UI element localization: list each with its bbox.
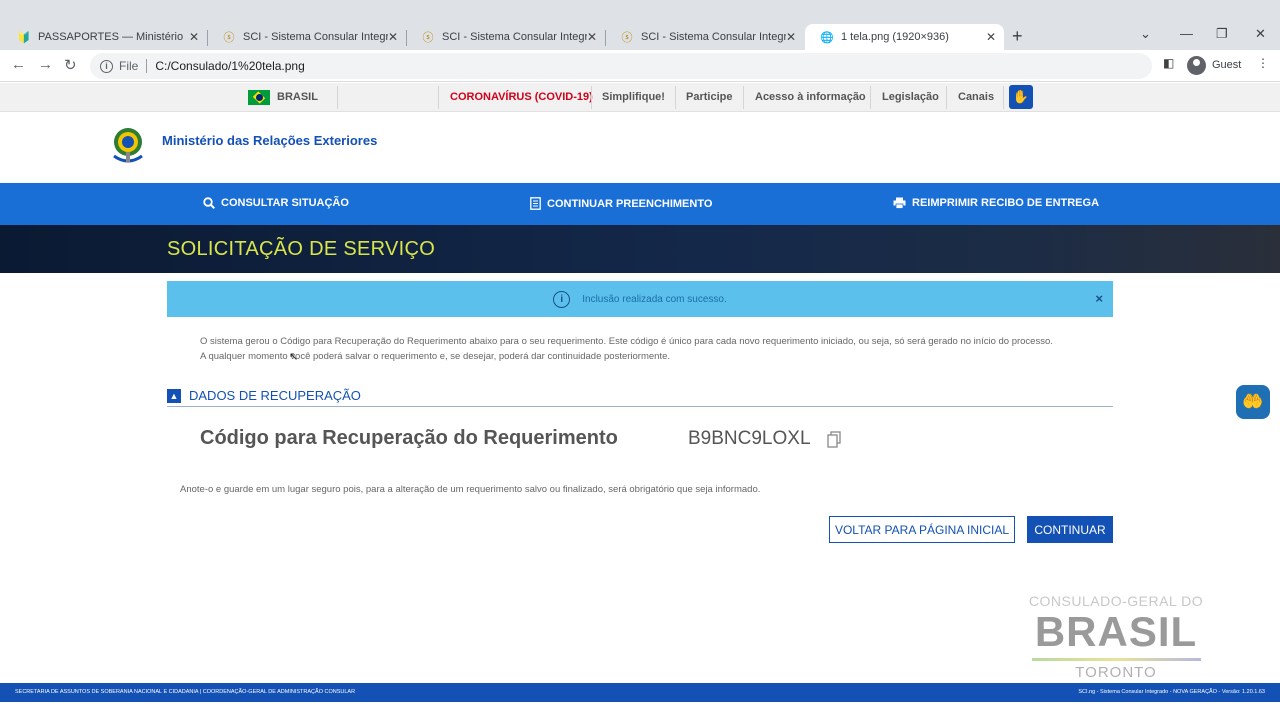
page-title: SOLICITAÇÃO DE SERVIÇO bbox=[167, 238, 436, 260]
watermark-toronto: TORONTO bbox=[1075, 664, 1157, 681]
new-tab-plus-icon[interactable]: + bbox=[1012, 26, 1023, 47]
tab-title: PASSAPORTES — Ministério das bbox=[38, 31, 183, 43]
watermark-color-bar bbox=[1032, 658, 1201, 661]
intro-text-line1: O sistema gerou o Código para Recuperaçã… bbox=[200, 336, 1053, 347]
browser-tab[interactable]: ⓢ SCI - Sistema Consular Integrado ✕ bbox=[605, 24, 804, 50]
gov-favicon-icon: 🔰 bbox=[17, 31, 31, 44]
sci-favicon-icon: ⓢ bbox=[621, 32, 633, 44]
info-circle-icon: i bbox=[553, 290, 571, 308]
sci-favicon-icon: ⓢ bbox=[223, 32, 235, 44]
nav-label: REIMPRIMIR RECIBO DE ENTREGA bbox=[912, 197, 1100, 209]
divider bbox=[438, 86, 439, 109]
back-arrow-icon[interactable]: ← bbox=[11, 56, 26, 73]
alert-close-icon[interactable]: × bbox=[1095, 291, 1103, 306]
kebab-menu-icon[interactable]: ⋮ bbox=[1257, 56, 1269, 70]
forward-arrow-icon[interactable]: → bbox=[38, 56, 53, 73]
minimize-icon[interactable]: — bbox=[1180, 26, 1193, 41]
close-tab-icon[interactable]: ✕ bbox=[986, 30, 996, 44]
divider bbox=[946, 86, 947, 109]
reload-icon[interactable]: ↻ bbox=[64, 56, 77, 74]
accessibility-hand-icon[interactable]: ✋ bbox=[1009, 85, 1033, 109]
govbar-link-canais[interactable]: Canais bbox=[958, 91, 994, 103]
browser-tab[interactable]: ⓢ SCI - Sistema Consular Integrado ✕ bbox=[207, 24, 407, 50]
main-nav: CONSULTAR SITUAÇÃO CONTINUAR PREENCHIMEN… bbox=[0, 183, 1280, 225]
govbar-link-acesso[interactable]: Acesso à informação bbox=[755, 91, 866, 103]
restore-icon[interactable]: ❐ bbox=[1216, 26, 1228, 42]
recovery-note: Anote-o e guarde em um lugar seguro pois… bbox=[180, 484, 761, 495]
divider bbox=[1003, 86, 1004, 109]
govbar-link-legislacao[interactable]: Legislação bbox=[882, 91, 939, 103]
browser-toolbar: ← → ↻ i File C:/Consulado/1%20tela.png ◧… bbox=[0, 50, 1280, 82]
success-alert: i Inclusão realizada com sucesso. × bbox=[167, 281, 1113, 317]
ministry-title[interactable]: Ministério das Relações Exteriores bbox=[162, 133, 377, 148]
search-icon bbox=[203, 197, 215, 209]
divider bbox=[870, 86, 871, 109]
coat-of-arms-icon bbox=[113, 128, 143, 163]
close-tab-icon[interactable]: ✕ bbox=[786, 30, 796, 44]
sci-favicon-icon: ⓢ bbox=[422, 32, 434, 44]
globe-icon: 🌐 bbox=[820, 31, 834, 44]
section-dados-recuperacao[interactable]: ▲ DADOS DE RECUPERAÇÃO bbox=[167, 387, 1113, 407]
sidebar-panel-icon[interactable]: ◧ bbox=[1163, 56, 1174, 70]
scheme-label: File bbox=[119, 59, 139, 73]
gov-barra: BRASIL CORONAVÍRUS (COVID-19) Simplifiqu… bbox=[0, 83, 1280, 112]
nav-label: CONSULTAR SITUAÇÃO bbox=[221, 197, 349, 209]
vlibras-hands-icon[interactable]: 🤲 bbox=[1236, 385, 1270, 419]
govbar-country[interactable]: BRASIL bbox=[277, 91, 318, 103]
intro-text-line2: A qualquer momento você poderá salvar o … bbox=[200, 351, 671, 362]
bottom-strip bbox=[0, 702, 1280, 720]
url-text[interactable]: C:/Consulado/1%20tela.png bbox=[155, 59, 304, 73]
close-tab-icon[interactable]: ✕ bbox=[189, 30, 199, 44]
copy-icon[interactable] bbox=[827, 431, 841, 448]
govbar-link-covid[interactable]: CORONAVÍRUS (COVID-19) bbox=[450, 91, 593, 103]
close-tab-icon[interactable]: ✕ bbox=[587, 30, 597, 44]
info-icon[interactable]: i bbox=[100, 59, 113, 73]
divider bbox=[743, 86, 744, 109]
document-icon bbox=[530, 197, 541, 210]
close-window-icon[interactable]: ✕ bbox=[1255, 26, 1266, 42]
tab-title: SCI - Sistema Consular Integrado bbox=[243, 31, 388, 43]
nav-reimprimir-recibo[interactable]: REIMPRIMIR RECIBO DE ENTREGA bbox=[893, 197, 1099, 209]
govbar-link-participe[interactable]: Participe bbox=[686, 91, 732, 103]
footer-left-text: SECRETARIA DE ASSUNTOS DE SOBERANIA NACI… bbox=[15, 689, 356, 695]
address-divider bbox=[146, 59, 148, 73]
tab-title: SCI - Sistema Consular Integrado bbox=[641, 31, 786, 43]
continue-button[interactable]: CONTINUAR bbox=[1027, 516, 1113, 543]
watermark-line1: CONSULADO-GERAL DO bbox=[1028, 593, 1204, 609]
divider bbox=[337, 86, 338, 109]
browser-tab[interactable]: 🔰 PASSAPORTES — Ministério das ✕ bbox=[2, 24, 208, 50]
address-bar[interactable]: i File C:/Consulado/1%20tela.png bbox=[90, 53, 1152, 79]
site-footer: SECRETARIA DE ASSUNTOS DE SOBERANIA NACI… bbox=[0, 683, 1280, 702]
divider bbox=[591, 86, 592, 109]
tab-search-chevron-icon[interactable]: ⌄ bbox=[1140, 26, 1151, 42]
nav-consultar-situacao[interactable]: CONSULTAR SITUAÇÃO bbox=[203, 197, 349, 209]
govbar-link-simplifique[interactable]: Simplifique! bbox=[602, 91, 665, 103]
brazil-flag-icon bbox=[248, 90, 270, 105]
nav-label: CONTINUAR PREENCHIMENTO bbox=[547, 197, 713, 210]
profile-label[interactable]: Guest bbox=[1212, 59, 1241, 71]
browser-tab-active[interactable]: 🌐 1 tela.png (1920×936) ✕ bbox=[805, 24, 1004, 50]
tab-title: 1 tela.png (1920×936) bbox=[841, 31, 949, 43]
recovery-code-value[interactable]: B9BNC9LOXL bbox=[688, 428, 811, 450]
browser-tab[interactable]: ⓢ SCI - Sistema Consular Integrado ✕ bbox=[406, 24, 606, 50]
browser-tabstrip: 🔰 PASSAPORTES — Ministério das ✕ ⓢ SCI -… bbox=[0, 0, 1280, 50]
close-tab-icon[interactable]: ✕ bbox=[388, 30, 398, 44]
alert-message: Inclusão realizada com sucesso. bbox=[582, 293, 727, 305]
recovery-code-label: Código para Recuperação do Requerimento bbox=[200, 427, 618, 449]
back-to-home-button[interactable]: VOLTAR PARA PÁGINA INICIAL bbox=[829, 516, 1015, 543]
section-title: DADOS DE RECUPERAÇÃO bbox=[189, 388, 361, 403]
watermark-brasil: BRASIL bbox=[1034, 608, 1198, 655]
tab-title: SCI - Sistema Consular Integrado bbox=[442, 31, 587, 43]
nav-continuar-preenchimento[interactable]: CONTINUAR PREENCHIMENTO bbox=[530, 197, 712, 210]
profile-avatar-icon[interactable] bbox=[1187, 56, 1206, 75]
footer-right-text: SCI.ng - Sistema Consular Integrado - NO… bbox=[1078, 689, 1265, 695]
printer-icon bbox=[893, 197, 906, 209]
mouse-cursor-icon: ↖ bbox=[289, 351, 299, 363]
chevron-up-icon[interactable]: ▲ bbox=[167, 389, 181, 403]
divider bbox=[675, 86, 676, 109]
